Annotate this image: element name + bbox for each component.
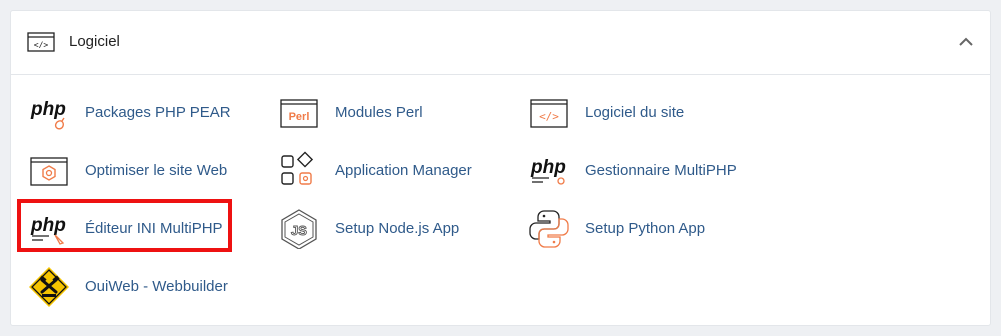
nodejs-icon: JS [281,209,317,249]
item-label: Logiciel du site [585,104,685,121]
chevron-up-icon[interactable] [958,35,974,49]
highlight-box [17,199,232,252]
code-window-icon: </> [27,32,55,52]
item-label: Modules Perl [335,104,423,121]
item-label: Optimiser le site Web [85,162,228,179]
item-label: OuiWeb - Webbuilder [85,278,228,295]
webbuilder-icon [29,267,69,307]
optimize-gear-icon [30,157,68,186]
svg-text:JS: JS [291,223,307,238]
item-label: Setup Python App [585,220,706,237]
python-icon [529,210,569,248]
php-logo-text: php [30,99,66,120]
section-title: Logiciel [69,33,120,50]
item-label: Packages PHP PEAR [85,104,231,121]
item-label: Gestionnaire MultiPHP [585,162,737,179]
app-manager-icon [281,151,314,185]
software-panel: </> Logiciel php Packages PHP PEAR Perl … [10,10,991,326]
item-label: Setup Node.js App [335,220,460,237]
svg-text:</>: </> [539,110,559,123]
perl-icon: Perl [280,99,318,128]
php-pear-icon: php [30,99,66,130]
php-logo-text: php [530,157,566,178]
code-window-icon: </> [530,99,568,128]
php-icon: php [530,157,566,185]
panel-header[interactable]: </> Logiciel [11,11,990,75]
perl-logo-text: Perl [289,111,310,123]
svg-text:</>: </> [34,41,49,50]
item-label: Application Manager [335,162,472,179]
